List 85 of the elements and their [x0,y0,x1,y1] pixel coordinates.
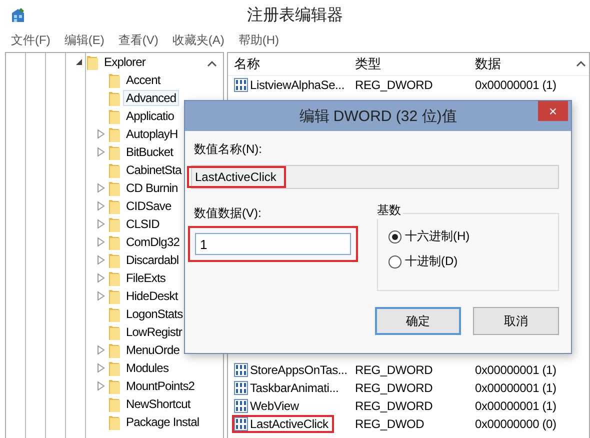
folder-icon [108,108,121,124]
column-header[interactable]: 名称 [234,55,355,73]
scroll-up-icon [576,60,586,68]
binary-value-icon [234,381,248,395]
value-name[interactable]: WebView [232,397,305,415]
folder-icon [108,306,121,322]
folder-icon [108,288,121,304]
tree-item[interactable]: MountPoints2 [123,378,198,394]
value-name-text: LastActiveClick [187,166,286,188]
table-cell-text: REG_DWORD [355,363,434,377]
folder-icon [108,234,121,250]
tree-item[interactable]: Modules [123,360,172,376]
tree-item[interactable]: MenuOrde [123,342,182,358]
folder-icon [108,360,121,376]
table-cell-text: 0x00000001 (1) [475,78,558,92]
dialog-button[interactable]: 取消 [473,307,559,335]
menu-item[interactable]: 文件(F) [10,32,52,48]
tree-item[interactable]: NewShortcut [123,396,194,412]
folder-icon [108,162,121,178]
table-cell-text: REG_DWOD [355,417,426,431]
folder-icon [108,270,121,286]
folder-icon [108,90,121,106]
value-name[interactable]: ListviewAlphaSe... [232,76,350,94]
tree-item[interactable]: ComDlg32 [123,234,182,250]
binary-value-icon [234,417,248,431]
tree-item[interactable]: Package Instal [123,414,202,430]
field-label: 数值数据(V): [194,205,262,222]
radio-option[interactable]: 十进制(D) [388,253,458,270]
folder-icon [108,216,121,232]
folder-icon [108,198,121,214]
folder-icon [108,414,121,430]
menu-item[interactable]: 帮助(H) [237,32,280,48]
binary-value-icon [234,363,248,377]
tree-item[interactable]: LogonStats [123,306,186,322]
table-cell-text: 0x00000001 (1) [475,363,558,377]
binary-value-icon [234,399,248,413]
value-name[interactable]: LastActiveClick [232,415,334,433]
table-cell-text: 0x00000001 (1) [475,399,558,413]
tree-item[interactable]: BitBucket [123,144,176,160]
tree-item[interactable]: CLSID [123,216,162,232]
column-header[interactable]: 类型 [355,55,475,73]
tree-item[interactable]: FileExts [123,270,168,286]
tree-item[interactable]: CD Burnin [123,180,181,196]
tree-item[interactable]: Advanced [123,90,180,106]
folder-icon [108,72,121,88]
folder-icon [108,144,121,160]
tree-item[interactable]: CIDSave [123,198,174,214]
tree-item[interactable]: Discardabl [123,252,182,268]
window-title: 注册表编辑器 [247,6,343,26]
folder-icon [108,126,121,142]
tree-item[interactable]: CabinetSta [123,162,184,178]
column-header[interactable]: 数据 [475,55,589,73]
folder-icon [108,180,121,196]
tree-item[interactable]: AutoplayH [123,126,181,142]
folder-icon [108,252,121,268]
tree-item[interactable]: Explorer [101,54,148,70]
table-cell-text: REG_DWORD [355,381,434,395]
table-cell-text: REG_DWORD [355,399,434,413]
scroll-up-icon [207,60,217,68]
menu-item[interactable]: 查看(V) [117,32,160,48]
tree-item[interactable]: HideDeskt [123,288,181,304]
table-cell-text: 0x00000000 (0) [475,417,558,431]
radio-option[interactable]: 十六进制(H) [388,228,470,245]
folder-icon [108,324,121,340]
tree-item[interactable]: Accent [123,72,164,88]
folder-icon [108,378,121,394]
group-label: 基数 [375,202,403,219]
field-label: 数值名称(N): [194,141,263,158]
value-name[interactable]: StoreAppsOnTas... [232,361,354,379]
value-data-field[interactable]: 1 [195,233,351,255]
value-name[interactable]: TaskbarAnimati... [232,379,345,397]
folder-icon [108,396,121,412]
table-cell-text: 0x00000001 (1) [475,381,558,395]
binary-value-icon [234,78,248,92]
registry-app-icon [10,7,26,23]
dialog-button[interactable]: 确定 [375,307,461,335]
tree-item[interactable]: Applicatio [123,108,178,124]
folder-icon [86,54,99,70]
dialog-title: 编辑 DWORD (32 位)值 [299,106,457,126]
folder-icon [108,342,121,358]
menu-item[interactable]: 收藏夹(A) [171,32,226,48]
menu-item[interactable]: 编辑(E) [63,32,106,48]
close-button[interactable]: × [538,101,568,121]
tree-item[interactable]: LowRegistr [123,324,186,340]
table-cell-text: REG_DWORD [355,78,434,92]
